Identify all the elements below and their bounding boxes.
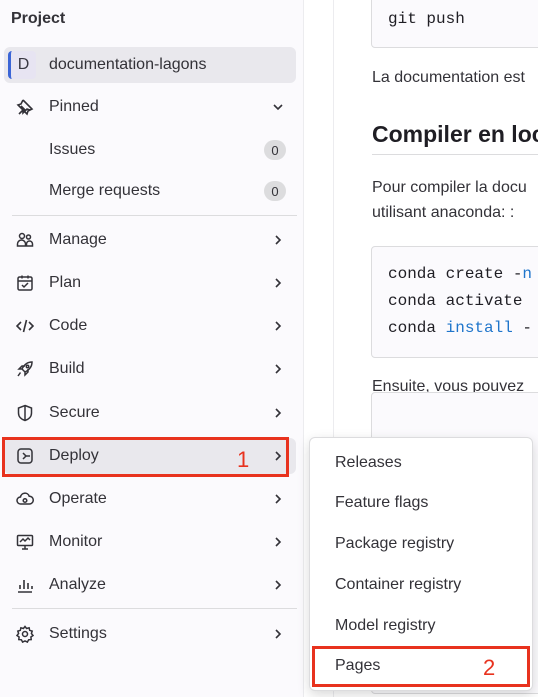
monitor-icon	[16, 533, 34, 551]
merge-requests-count-badge: 0	[264, 181, 286, 201]
sidebar-item-operate[interactable]: Operate	[4, 481, 296, 517]
shield-icon	[16, 404, 34, 422]
sidebar-item-label: Code	[49, 317, 88, 334]
sidebar-item-settings[interactable]: Settings	[4, 616, 296, 652]
sidebar-item-manage[interactable]: Manage	[4, 222, 296, 258]
chevron-right-icon	[272, 492, 284, 506]
paragraph: La documentation est	[372, 69, 525, 86]
rocket-icon	[16, 360, 34, 378]
sidebar-item-monitor[interactable]: Monitor	[4, 524, 296, 560]
project-avatar: D	[8, 51, 36, 79]
sidebar-item-plan[interactable]: Plan	[4, 265, 296, 301]
sidebar-item-label: Analyze	[49, 576, 106, 593]
menu-item-container-registry[interactable]: Container registry	[335, 576, 461, 594]
chevron-right-icon	[272, 319, 284, 333]
code-block-conda: conda create -n conda activate conda ins…	[371, 246, 538, 358]
code-line: git push	[388, 10, 465, 28]
paragraph: Pour compiler la docu	[372, 179, 527, 196]
sidebar-title: Project	[11, 10, 66, 27]
sidebar-item-label: Plan	[49, 274, 82, 291]
code-line: conda create -n	[388, 265, 533, 283]
sidebar-divider	[12, 215, 297, 216]
project-link[interactable]: D documentation-lagons	[4, 47, 296, 83]
sidebar: Project D documentation-lagons Pinned Is…	[0, 0, 304, 697]
chevron-right-icon	[272, 362, 284, 376]
cloud-gear-icon	[16, 490, 34, 508]
code-line: conda activate	[388, 292, 523, 310]
menu-item-feature-flags[interactable]: Feature flags	[335, 494, 428, 512]
menu-item-package-registry[interactable]: Package registry	[335, 535, 454, 553]
chevron-right-icon	[272, 276, 284, 290]
menu-item-model-registry[interactable]: Model registry	[335, 617, 435, 635]
heading-rule	[372, 154, 538, 155]
sidebar-item-analyze[interactable]: Analyze	[4, 567, 296, 603]
chevron-right-icon	[272, 233, 284, 247]
chart-icon	[16, 576, 34, 594]
section-heading: Compiler en loca	[372, 121, 538, 147]
sidebar-item-label: Merge requests	[49, 182, 161, 199]
sidebar-item-label: Settings	[49, 625, 107, 642]
step-1-label: 1	[237, 447, 250, 472]
sidebar-item-label: Operate	[49, 490, 107, 507]
menu-item-releases[interactable]: Releases	[335, 454, 402, 472]
sidebar-item-code[interactable]: Code	[4, 308, 296, 344]
chevron-right-icon	[272, 578, 284, 592]
sidebar-divider	[12, 608, 297, 609]
sidebar-item-secure[interactable]: Secure	[4, 395, 296, 431]
code-line: conda install -	[388, 319, 533, 337]
project-name: documentation-lagons	[49, 56, 207, 73]
sidebar-item-label: Pinned	[49, 98, 99, 115]
chevron-right-icon	[272, 535, 284, 549]
users-icon	[16, 231, 34, 249]
chevron-down-icon	[272, 100, 284, 114]
calendar-icon	[16, 274, 34, 292]
sidebar-item-label: Secure	[49, 404, 100, 421]
sidebar-item-label: Manage	[49, 231, 107, 248]
code-block-top: git push	[371, 0, 538, 48]
step-2-label: 2	[483, 655, 496, 680]
paragraph: utilisant anaconda: :	[372, 204, 515, 221]
pages-highlight-box	[312, 646, 530, 687]
sidebar-item-merge-requests[interactable]: Merge requests 0	[4, 173, 296, 209]
chevron-right-icon	[272, 406, 284, 420]
chevron-right-icon	[272, 627, 284, 641]
sidebar-item-label: Monitor	[49, 533, 103, 550]
code-icon	[16, 317, 34, 335]
sidebar-item-label: Build	[49, 360, 85, 377]
sidebar-item-build[interactable]: Build	[4, 351, 296, 387]
pin-icon	[16, 98, 34, 116]
issues-count-badge: 0	[264, 140, 286, 160]
sidebar-item-pinned[interactable]: Pinned	[4, 89, 296, 125]
sidebar-item-label: Issues	[49, 141, 96, 158]
gear-icon	[16, 625, 34, 643]
sidebar-item-issues[interactable]: Issues 0	[4, 132, 296, 168]
